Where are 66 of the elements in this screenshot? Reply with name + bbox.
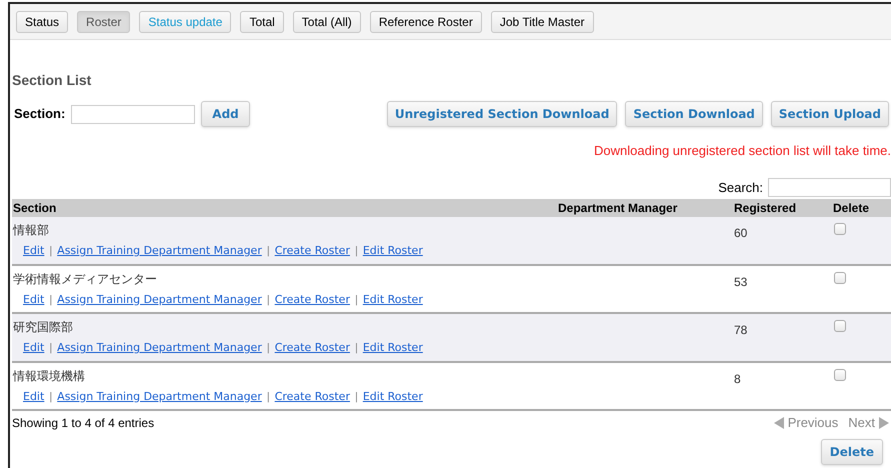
column-header[interactable]: Delete [833, 201, 870, 215]
section-input[interactable] [71, 104, 196, 124]
nav-tab[interactable]: Status [16, 11, 68, 33]
action-link[interactable]: Assign Training Department Manager [57, 340, 262, 356]
separator: | [354, 390, 358, 404]
column-header[interactable]: Department Manager [558, 201, 678, 215]
registered-count: 60 [734, 226, 748, 240]
next-arrow-icon[interactable] [879, 416, 889, 429]
column-header[interactable]: Registered [734, 201, 796, 215]
nav-tab[interactable]: Total [240, 11, 284, 33]
section-name: 情報部 [13, 223, 49, 237]
nav-tab[interactable]: Job Title Master [490, 11, 594, 33]
action-link[interactable]: Create Roster [274, 292, 350, 308]
separator: | [49, 244, 52, 259]
action-link[interactable]: Edit Roster [362, 292, 423, 308]
action-link[interactable]: Assign Training Department Manager [57, 388, 262, 405]
action-link[interactable]: Create Roster [274, 388, 350, 405]
search-field[interactable] [768, 178, 891, 197]
section-name: 情報環境機構 [13, 368, 85, 382]
add-button[interactable]: Add [201, 101, 250, 127]
action-link[interactable]: Edit [23, 388, 44, 405]
section-name: 研究国際部 [13, 320, 73, 334]
separator: | [49, 341, 52, 356]
action-link[interactable]: Create Roster [274, 340, 350, 356]
download-button[interactable]: Section Upload [770, 101, 889, 127]
separator: | [354, 244, 358, 259]
separator: | [266, 292, 270, 308]
delete-button[interactable]: Delete [820, 438, 883, 464]
previous-link[interactable]: Previous [788, 413, 838, 432]
delete-checkbox[interactable] [834, 320, 846, 332]
separator: | [49, 390, 52, 404]
field-label: Section: [14, 105, 66, 124]
action-link[interactable]: Assign Training Department Manager [57, 292, 262, 308]
action-link[interactable]: Edit [23, 292, 44, 308]
warning-message: Downloading unregistered section list will take time. [593, 142, 891, 160]
registered-count: 78 [734, 323, 748, 337]
section-heading: Section List [12, 71, 92, 90]
registered-count: 53 [734, 274, 748, 288]
nav-tab[interactable]: Roster [77, 11, 130, 33]
delete-checkbox[interactable] [834, 223, 846, 235]
separator: | [266, 244, 270, 259]
nav-tab[interactable]: Total (All) [292, 11, 361, 33]
search-label: Search: [718, 178, 763, 196]
action-link[interactable]: Edit [23, 243, 44, 260]
download-button[interactable]: Unregistered Section Download [386, 101, 618, 127]
separator: | [266, 390, 270, 404]
delete-checkbox[interactable] [834, 368, 846, 380]
separator: | [354, 292, 358, 308]
separator: | [354, 341, 358, 356]
action-link[interactable]: Create Roster [274, 243, 350, 260]
section-name: 学術情報メディアセンター [13, 272, 157, 286]
registered-count: 8 [734, 372, 741, 386]
previous-arrow-icon[interactable] [774, 416, 784, 429]
entries-info: Showing 1 to 4 of 4 entries [12, 414, 154, 432]
action-link[interactable]: Assign Training Department Manager [57, 243, 262, 260]
separator: | [49, 292, 52, 308]
delete-checkbox[interactable] [834, 272, 846, 284]
column-header[interactable]: Section [13, 201, 56, 215]
separator: | [266, 341, 270, 356]
nav-tab[interactable]: Reference Roster [370, 11, 482, 33]
next-link[interactable]: Next [848, 413, 875, 432]
action-link[interactable]: Edit Roster [362, 340, 423, 356]
action-link[interactable]: Edit Roster [362, 388, 423, 405]
action-link[interactable]: Edit [23, 340, 44, 356]
action-link[interactable]: Edit Roster [362, 243, 423, 260]
download-button[interactable]: Section Download [625, 101, 763, 127]
